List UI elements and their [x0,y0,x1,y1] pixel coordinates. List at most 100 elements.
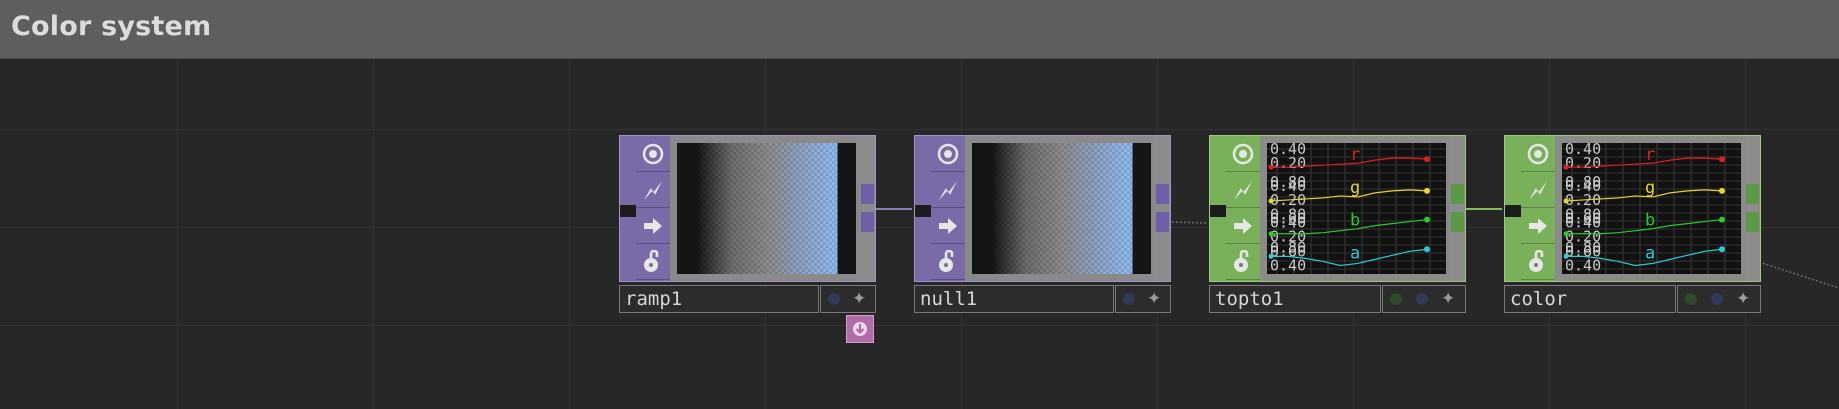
bypass-arrow-button[interactable] [931,208,965,244]
input-connector-bar[interactable] [1505,136,1521,281]
lock-button[interactable] [1521,244,1555,280]
node-frame[interactable]: 0.40 0.20 r 0.80 0.40 0.20 g 0.80 0.60 0.40 0.20 b 0… [1209,135,1466,282]
lock-button[interactable] [931,244,965,280]
series-start-point-a [1268,253,1274,259]
node-button-column [1521,136,1555,281]
download-icon[interactable] [846,315,874,343]
node-name-label: null1 [920,288,978,310]
input-connector-bar[interactable] [1210,136,1226,281]
viewer-toggle-icon [1232,143,1254,164]
lock-icon [644,249,659,272]
output-port[interactable] [861,212,874,232]
cook-icon [1234,180,1252,200]
cook-button[interactable] [1521,172,1555,208]
series-end-point-r [1719,156,1725,163]
output-connector-bar[interactable] [860,136,875,281]
viewer-active-icon[interactable]: ✦ [1441,289,1455,309]
node-flags[interactable]: ✦ [1677,285,1761,313]
node-viewer[interactable]: 0.40 0.20 r 0.80 0.40 0.20 g 0.80 0.60 0.40 0.20 b 0… [1267,143,1446,274]
viewer-toggle-icon [642,143,664,164]
display-flag-icon[interactable] [1416,293,1428,305]
viewer-active-icon[interactable]: ✦ [852,289,866,309]
lock-button[interactable] [636,244,670,280]
series-start-point-b [1563,231,1569,237]
output-port[interactable] [1451,212,1464,232]
viewer-toggle-button[interactable] [1226,136,1260,172]
operator-node-ramp1[interactable]: ramp1 ✦ [619,135,876,313]
input-connector-bar[interactable] [620,136,636,281]
node-name-field[interactable]: color [1504,285,1676,313]
bypass-arrow-button[interactable] [1521,208,1555,244]
operator-node-color[interactable]: 0.40 0.20 r 0.80 0.40 0.20 g 0.80 0.60 0.40 0.20 b 0… [1504,135,1761,313]
node-flags[interactable]: ✦ [1382,285,1466,313]
lock-icon [1529,249,1544,272]
display-flag-icon[interactable] [1711,293,1723,305]
node-flags[interactable]: ✦ [1115,285,1171,313]
cook-icon [1529,180,1547,200]
channel-name-a: a [1350,243,1360,263]
node-frame[interactable] [619,135,876,282]
channel-tick-label: 0.40 [1565,256,1601,274]
series-end-point-g [1424,187,1430,194]
node-viewer[interactable] [972,143,1151,274]
output-port[interactable] [1156,184,1169,204]
ramp-preview-image [972,143,1151,274]
display-flag-icon[interactable] [828,293,840,305]
series-start-point-r [1563,164,1569,170]
input-connector-bar[interactable] [915,136,931,281]
node-frame[interactable]: 0.40 0.20 r 0.80 0.40 0.20 g 0.80 0.60 0.40 0.20 b 0… [1504,135,1761,282]
series-end-point-b [1424,216,1430,223]
series-end-point-a [1424,246,1430,253]
node-name-label: ramp1 [625,288,683,310]
output-port[interactable] [1451,184,1464,204]
output-port[interactable] [861,184,874,204]
cook-button[interactable] [931,172,965,208]
output-port[interactable] [1746,184,1759,204]
node-button-column [931,136,965,281]
node-viewer[interactable]: 0.40 0.20 r 0.80 0.40 0.20 g 0.80 0.60 0.40 0.20 b 0… [1562,143,1741,274]
cook-button[interactable] [636,172,670,208]
node-name-label: topto1 [1215,288,1284,310]
viewer-toggle-button[interactable] [636,136,670,172]
node-viewer[interactable] [677,143,856,274]
output-connector-bar[interactable] [1155,136,1170,281]
channel-name-r: r [1350,145,1360,165]
operator-node-topto1[interactable]: 0.40 0.20 r 0.80 0.40 0.20 g 0.80 0.60 0.40 0.20 b 0… [1209,135,1466,313]
output-connector-bar[interactable] [1745,136,1760,281]
export-flag-icon[interactable] [1685,293,1697,305]
series-start-point-g [1268,198,1274,204]
channel-name-g: g [1645,178,1655,198]
bypass-arrow-button[interactable] [636,208,670,244]
display-flag-icon[interactable] [1123,293,1135,305]
export-flag-icon[interactable] [1390,293,1402,305]
node-name-field[interactable]: null1 [914,285,1114,313]
output-port[interactable] [1156,212,1169,232]
output-port[interactable] [1746,212,1759,232]
bypass-arrow-icon [1234,217,1252,234]
input-notch [915,211,931,217]
node-name-field[interactable]: ramp1 [619,285,819,313]
bypass-arrow-button[interactable] [1226,208,1260,244]
lock-button[interactable] [1226,244,1260,280]
channel-name-a: a [1645,243,1655,263]
series-start-point-r [1268,164,1274,170]
operator-node-null1[interactable]: null1 ✦ [914,135,1171,313]
viewer-toggle-button[interactable] [1521,136,1555,172]
viewer-active-icon[interactable]: ✦ [1736,289,1750,309]
input-notch [1505,211,1521,217]
viewer-toggle-button[interactable] [931,136,965,172]
viewer-active-icon[interactable]: ✦ [1147,289,1161,309]
node-name-label: color [1510,288,1568,310]
cook-button[interactable] [1226,172,1260,208]
bypass-arrow-icon [644,217,662,234]
node-frame[interactable] [914,135,1171,282]
series-end-point-r [1424,156,1430,163]
wire-color-out[interactable] [1758,261,1839,289]
node-name-field[interactable]: topto1 [1209,285,1381,313]
input-notch [1210,211,1226,217]
wire-null1-topto1[interactable] [1167,221,1208,224]
node-flags[interactable]: ✦ [820,285,876,313]
cook-icon [644,180,662,200]
output-connector-bar[interactable] [1450,136,1465,281]
bypass-arrow-icon [1529,217,1547,234]
